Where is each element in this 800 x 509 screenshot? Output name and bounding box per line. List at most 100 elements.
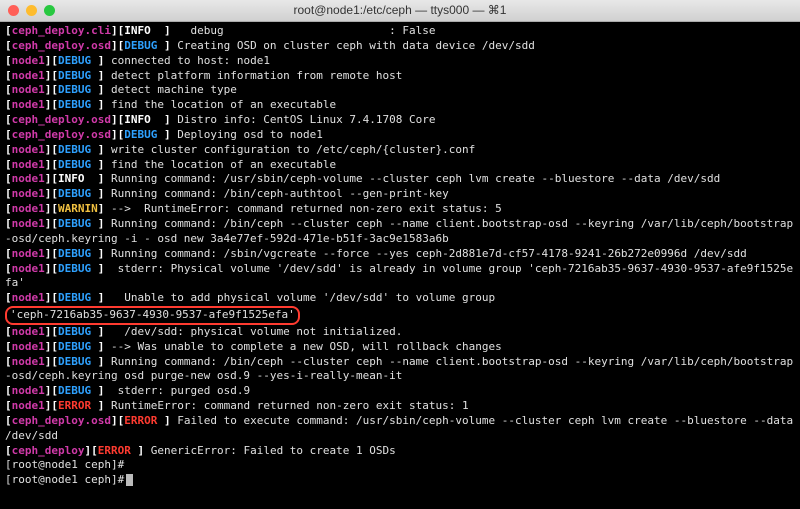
- log-source: ceph_deploy: [12, 444, 85, 457]
- log-source: ceph_deploy.osd: [12, 113, 111, 126]
- log-message: Running command: /bin/ceph-authtool --ge…: [111, 187, 449, 200]
- log-line: [node1][DEBUG ] find the location of an …: [5, 98, 795, 113]
- log-message: write cluster configuration to /etc/ceph…: [111, 143, 475, 156]
- log-source: node1: [12, 340, 45, 353]
- log-line: [node1][ERROR ] RuntimeError: command re…: [5, 399, 795, 414]
- cursor-icon: [126, 474, 133, 486]
- log-source: node1: [12, 399, 45, 412]
- log-message: --> Was unable to complete a new OSD, wi…: [111, 340, 502, 353]
- log-line: [ceph_deploy.cli][INFO ] debug : False: [5, 24, 795, 39]
- log-level: INFO: [58, 172, 85, 185]
- log-level: DEBUG: [58, 291, 91, 304]
- log-line: [node1][DEBUG ] /dev/sdd: physical volum…: [5, 325, 795, 340]
- log-line: [ceph_deploy.osd][INFO ] Distro info: Ce…: [5, 113, 795, 128]
- log-level: WARNIN: [58, 202, 98, 215]
- log-source: node1: [12, 187, 45, 200]
- log-line: [node1][DEBUG ] Running command: /bin/ce…: [5, 217, 795, 247]
- log-line: [node1][DEBUG ] detect platform informat…: [5, 69, 795, 84]
- log-source: node1: [12, 54, 45, 67]
- log-message: GenericError: Failed to create 1 OSDs: [151, 444, 396, 457]
- log-source: ceph_deploy.osd: [12, 414, 111, 427]
- log-line: [node1][DEBUG ] stderr: purged osd.9: [5, 384, 795, 399]
- log-message: detect platform information from remote …: [111, 69, 402, 82]
- log-message: Distro info: CentOS Linux 7.4.1708 Core: [177, 113, 435, 126]
- log-message: detect machine type: [111, 83, 237, 96]
- log-level: DEBUG: [58, 143, 91, 156]
- log-message: Running command: /bin/ceph --cluster cep…: [5, 355, 793, 383]
- log-line: [ceph_deploy.osd][DEBUG ] Deploying osd …: [5, 128, 795, 143]
- log-source: node1: [12, 325, 45, 338]
- log-source: node1: [12, 83, 45, 96]
- log-level: DEBUG: [58, 325, 91, 338]
- log-level: DEBUG: [58, 158, 91, 171]
- log-message: Running command: /sbin/vgcreate --force …: [111, 247, 747, 260]
- log-level: ERROR: [124, 414, 157, 427]
- log-level: DEBUG: [58, 340, 91, 353]
- log-level: DEBUG: [58, 262, 91, 275]
- log-source: node1: [12, 172, 45, 185]
- log-line: [ceph_deploy.osd][ERROR ] Failed to exec…: [5, 414, 795, 444]
- log-message: find the location of an executable: [111, 98, 336, 111]
- log-line: [node1][DEBUG ] stderr: Physical volume …: [5, 262, 795, 292]
- log-source: node1: [12, 247, 45, 260]
- log-source: node1: [12, 384, 45, 397]
- log-level: DEBUG: [58, 69, 91, 82]
- log-line: [node1][DEBUG ] Running command: /sbin/v…: [5, 247, 795, 262]
- log-level: ERROR: [98, 444, 131, 457]
- log-level: DEBUG: [124, 39, 157, 52]
- window-title: root@node1:/etc/ceph — ttys000 — ⌘1: [0, 2, 800, 18]
- log-message: stderr: Physical volume '/dev/sdd' is al…: [5, 262, 793, 290]
- log-message: RuntimeError: command returned non-zero …: [111, 399, 469, 412]
- prompt-line[interactable]: [root@node1 ceph]#: [5, 473, 795, 488]
- log-message: debug : False: [177, 24, 435, 37]
- log-message: --> RuntimeError: command returned non-z…: [111, 202, 502, 215]
- log-line: [node1][DEBUG ] Unable to add physical v…: [5, 291, 795, 325]
- highlighted-vg-name: 'ceph-7216ab35-9637-4930-9537-afe9f1525e…: [5, 306, 300, 325]
- log-message: Running command: /bin/ceph --cluster cep…: [5, 217, 793, 245]
- shell-prompt: [root@node1 ceph]#: [5, 473, 124, 486]
- log-level: DEBUG: [58, 83, 91, 96]
- log-level: DEBUG: [58, 247, 91, 260]
- log-line: [ceph_deploy][ERROR ] GenericError: Fail…: [5, 444, 795, 459]
- log-level: DEBUG: [58, 355, 91, 368]
- log-line: [node1][DEBUG ] Running command: /bin/ce…: [5, 355, 795, 385]
- log-message: Deploying osd to node1: [177, 128, 323, 141]
- log-level: DEBUG: [124, 128, 157, 141]
- log-line: [ceph_deploy.osd][DEBUG ] Creating OSD o…: [5, 39, 795, 54]
- log-message: Creating OSD on cluster ceph with data d…: [177, 39, 535, 52]
- log-source: node1: [12, 158, 45, 171]
- log-level: DEBUG: [58, 384, 91, 397]
- log-line: [node1][INFO ] Running command: /usr/sbi…: [5, 172, 795, 187]
- log-line: [node1][DEBUG ] --> Was unable to comple…: [5, 340, 795, 355]
- log-level: DEBUG: [58, 98, 91, 111]
- terminal-output[interactable]: [ceph_deploy.cli][INFO ] debug : False[c…: [0, 22, 800, 490]
- log-source: node1: [12, 291, 45, 304]
- log-source: node1: [12, 69, 45, 82]
- log-source: ceph_deploy.osd: [12, 128, 111, 141]
- log-message: /dev/sdd: physical volume not initialize…: [111, 325, 402, 338]
- log-level: DEBUG: [58, 217, 91, 230]
- log-level: DEBUG: [58, 54, 91, 67]
- shell-prompt: [root@node1 ceph]#: [5, 458, 124, 471]
- log-source: ceph_deploy.osd: [12, 39, 111, 52]
- log-line: [node1][DEBUG ] find the location of an …: [5, 158, 795, 173]
- log-line: [node1][DEBUG ] write cluster configurat…: [5, 143, 795, 158]
- log-message: stderr: purged osd.9: [111, 384, 250, 397]
- log-level: ERROR: [58, 399, 91, 412]
- log-source: ceph_deploy.cli: [12, 24, 111, 37]
- log-line: [node1][DEBUG ] connected to host: node1: [5, 54, 795, 69]
- log-line: [node1][DEBUG ] Running command: /bin/ce…: [5, 187, 795, 202]
- log-source: node1: [12, 143, 45, 156]
- log-level: INFO: [124, 24, 151, 37]
- log-source: node1: [12, 98, 45, 111]
- log-level: INFO: [124, 113, 151, 126]
- log-line: [node1][DEBUG ] detect machine type: [5, 83, 795, 98]
- log-message: connected to host: node1: [111, 54, 270, 67]
- window-titlebar: root@node1:/etc/ceph — ttys000 — ⌘1: [0, 0, 800, 22]
- prompt-line: [root@node1 ceph]#: [5, 458, 795, 473]
- log-source: node1: [12, 355, 45, 368]
- log-message: Unable to add physical volume '/dev/sdd'…: [111, 291, 502, 304]
- log-source: node1: [12, 262, 45, 275]
- log-message: Running command: /usr/sbin/ceph-volume -…: [111, 172, 720, 185]
- log-source: node1: [12, 217, 45, 230]
